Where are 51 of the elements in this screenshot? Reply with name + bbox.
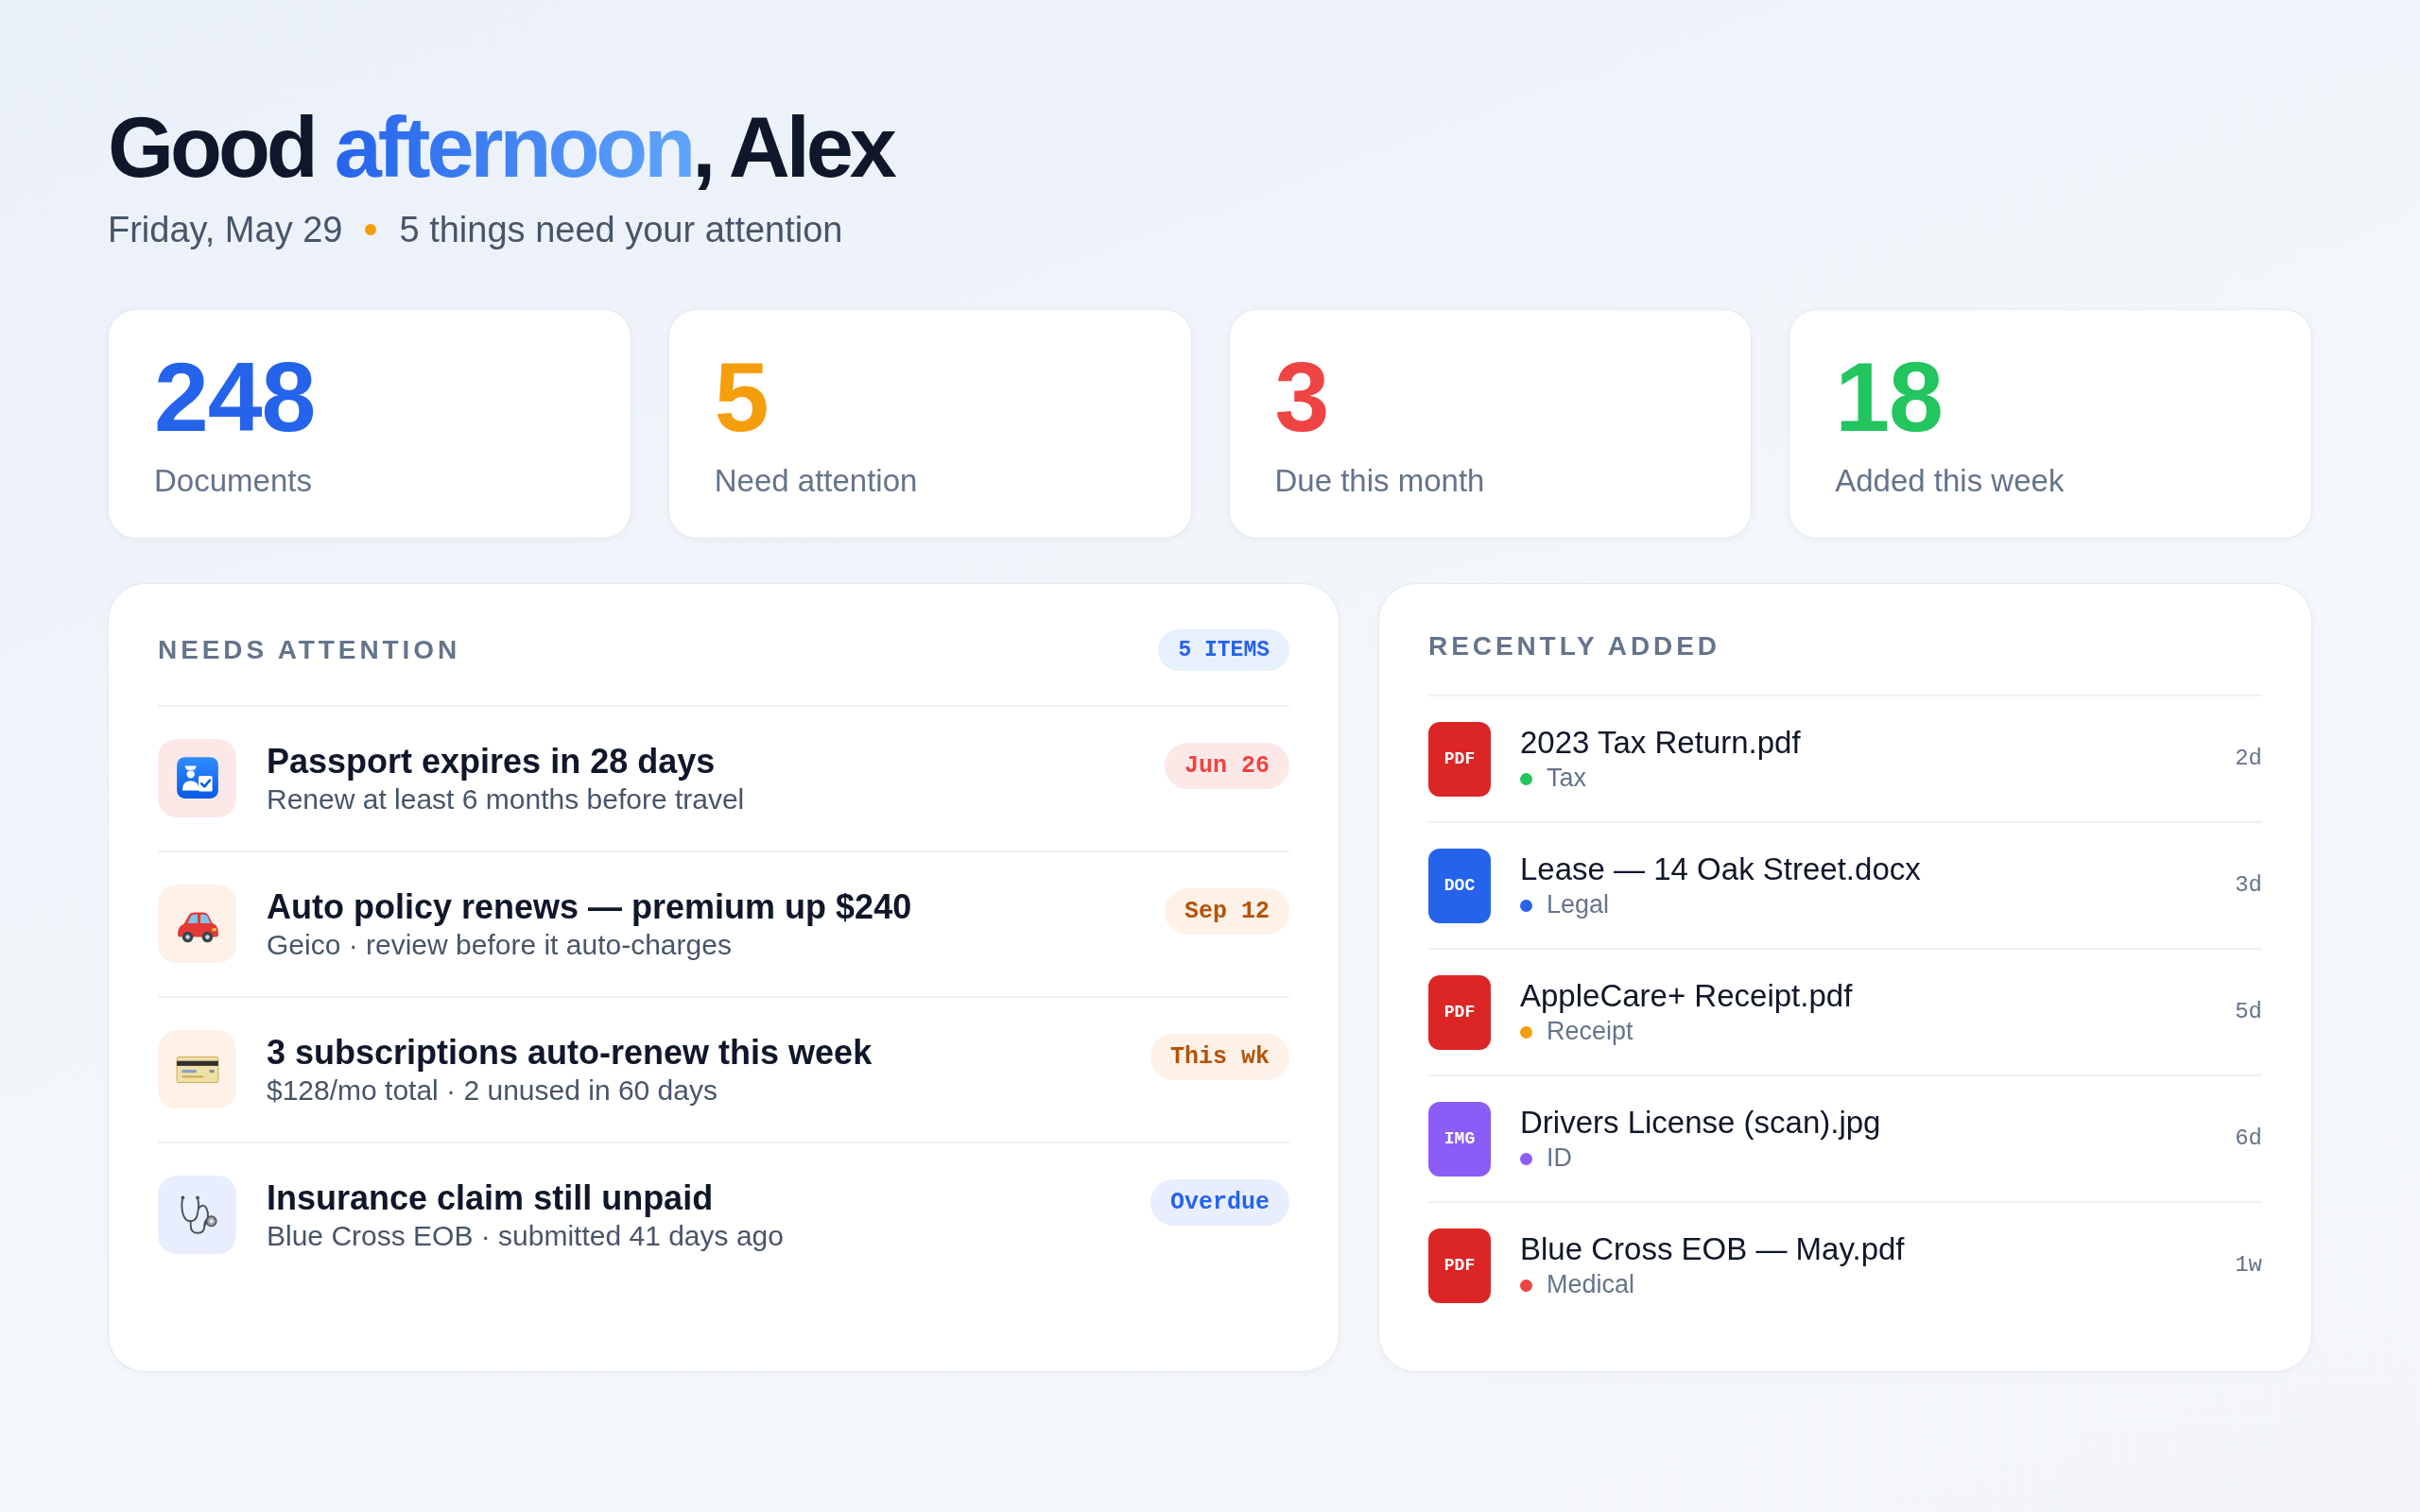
file-age: 3d: [2235, 871, 2262, 901]
section-title: RECENTLY ADDED: [1428, 629, 1721, 662]
tag-label: Receipt: [1547, 1016, 1634, 1048]
passport-control-icon: [158, 738, 236, 817]
credit-card-icon: [158, 1029, 236, 1108]
file-name: Drivers License (scan).jpg: [1520, 1104, 1882, 1143]
tag-label: Medical: [1547, 1269, 1635, 1301]
tag-label: Tax: [1547, 763, 1587, 795]
file-name: 2023 Tax Return.pdf: [1520, 724, 1802, 763]
stat-label: Need attention: [714, 461, 919, 500]
file-age: 1w: [2235, 1251, 2262, 1280]
item-detail: Geico · review before it auto-charges: [267, 927, 733, 962]
section-title: NEEDS ATTENTION: [158, 633, 461, 666]
file-type-tag: PDF: [1428, 974, 1491, 1050]
due-date-badge: Jun 26: [1165, 742, 1289, 789]
stat-label: Added this week: [1835, 461, 2066, 500]
file-name: AppleCare+ Receipt.pdf: [1520, 977, 1854, 1016]
separator-dot-icon: [365, 224, 377, 236]
summary-text: 5 things need your attention: [399, 208, 843, 251]
stat-value: 3: [1274, 349, 1330, 444]
file-name: Blue Cross EOB — May.pdf: [1520, 1230, 1906, 1269]
stat-value: 18: [1835, 349, 1944, 444]
item-title: 3 subscriptions auto-renew this week: [267, 1031, 873, 1073]
file-name: Lease — 14 Oak Street.docx: [1520, 850, 1922, 889]
item-detail: $128/mo total · 2 unused in 60 days: [267, 1073, 718, 1108]
item-detail: Blue Cross EOB · submitted 41 days ago: [267, 1218, 785, 1253]
stat-label: Due this month: [1274, 461, 1486, 500]
due-date-badge: Overdue: [1150, 1178, 1289, 1226]
file-age: 6d: [2235, 1125, 2262, 1154]
item-title: Passport expires in 28 days: [267, 740, 717, 782]
car-icon: [158, 884, 236, 963]
date-text: Friday, May 29: [108, 208, 343, 251]
file-type-tag: PDF: [1428, 721, 1491, 797]
tag-label: ID: [1547, 1143, 1572, 1175]
file-type-tag: IMG: [1428, 1101, 1491, 1177]
stethoscope-icon: [158, 1175, 236, 1254]
file-type-tag: PDF: [1428, 1228, 1491, 1303]
greeting-heading: Good afternoon, Alex: [108, 99, 895, 197]
stat-value: 5: [714, 349, 769, 444]
file-age: 5d: [2235, 998, 2262, 1027]
stat-label: Documents: [154, 461, 313, 500]
stat-value: 248: [154, 349, 317, 444]
item-detail: Renew at least 6 months before travel: [267, 782, 746, 816]
item-count-badge: 5 ITEMS: [1158, 628, 1289, 671]
item-title: Auto policy renews — premium up $240: [267, 885, 913, 927]
due-date-badge: This wk: [1150, 1033, 1289, 1080]
file-type-tag: DOC: [1428, 848, 1491, 923]
item-title: Insurance claim still unpaid: [267, 1177, 715, 1218]
tag-label: Legal: [1547, 889, 1610, 921]
file-age: 2d: [2235, 745, 2262, 774]
due-date-badge: Sep 12: [1165, 887, 1289, 935]
